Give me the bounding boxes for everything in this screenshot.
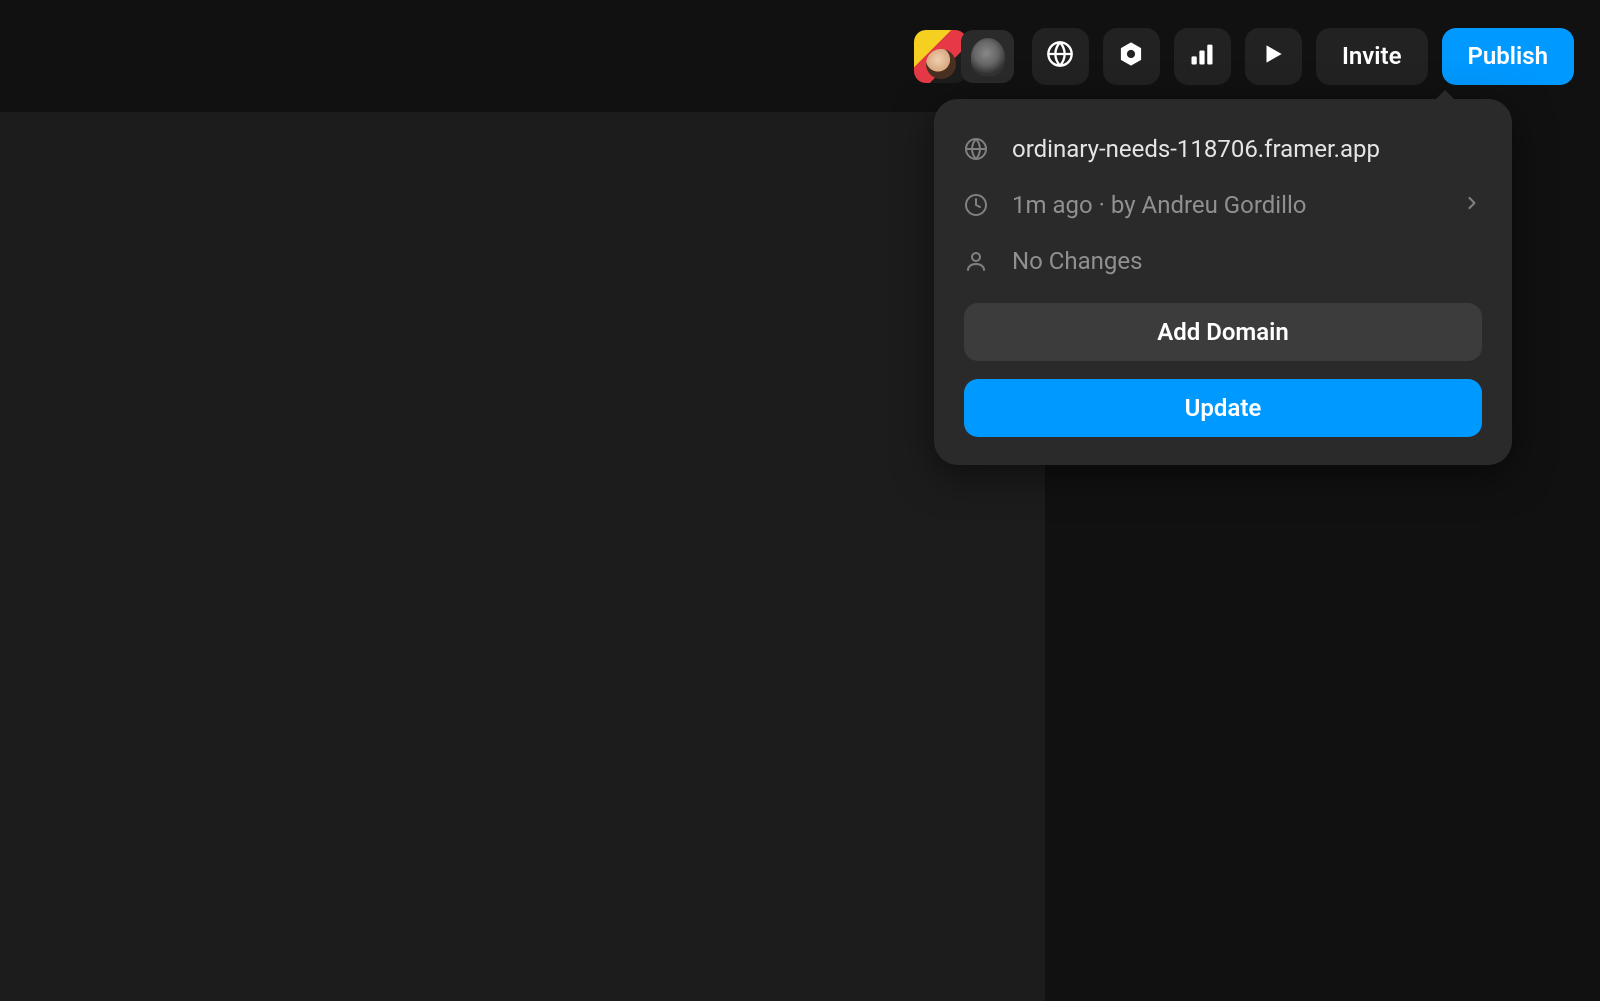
canvas-area[interactable] — [0, 112, 1045, 1001]
avatar-user-2[interactable] — [961, 30, 1014, 83]
update-label: Update — [1185, 394, 1262, 422]
globe-icon — [1046, 40, 1074, 72]
web-globe-button[interactable] — [1032, 28, 1089, 85]
time-author-text: 1m ago · by Andreu Gordillo — [1012, 191, 1306, 219]
publish-button[interactable]: Publish — [1442, 28, 1575, 85]
changes-status-text: No Changes — [1012, 247, 1143, 275]
chevron-right-icon — [1462, 191, 1482, 219]
avatar-user-1[interactable] — [914, 30, 967, 83]
hexagon-icon — [1117, 40, 1145, 72]
popover-domain-row[interactable]: ordinary-needs-118706.framer.app — [964, 121, 1482, 177]
add-domain-button[interactable]: Add Domain — [964, 303, 1482, 361]
popover-changes-row: No Changes — [964, 233, 1482, 289]
add-domain-label: Add Domain — [1157, 318, 1289, 346]
publish-button-label: Publish — [1468, 42, 1549, 70]
analytics-button[interactable] — [1174, 28, 1231, 85]
user-avatars — [914, 30, 1014, 83]
publish-popover: ordinary-needs-118706.framer.app 1m ago … — [934, 99, 1512, 465]
play-preview-button[interactable] — [1245, 28, 1302, 85]
top-toolbar: Invite Publish — [0, 0, 1600, 112]
invite-button-label: Invite — [1342, 42, 1402, 70]
settings-gear-button[interactable] — [1103, 28, 1160, 85]
domain-url-text: ordinary-needs-118706.framer.app — [1012, 135, 1380, 163]
invite-button[interactable]: Invite — [1316, 28, 1428, 85]
person-icon — [964, 249, 988, 273]
update-button[interactable]: Update — [964, 379, 1482, 437]
popover-history-row[interactable]: 1m ago · by Andreu Gordillo — [964, 177, 1482, 233]
bar-chart-icon — [1188, 40, 1216, 72]
clock-icon — [964, 193, 988, 217]
globe-icon — [964, 137, 988, 161]
play-icon — [1260, 41, 1286, 71]
